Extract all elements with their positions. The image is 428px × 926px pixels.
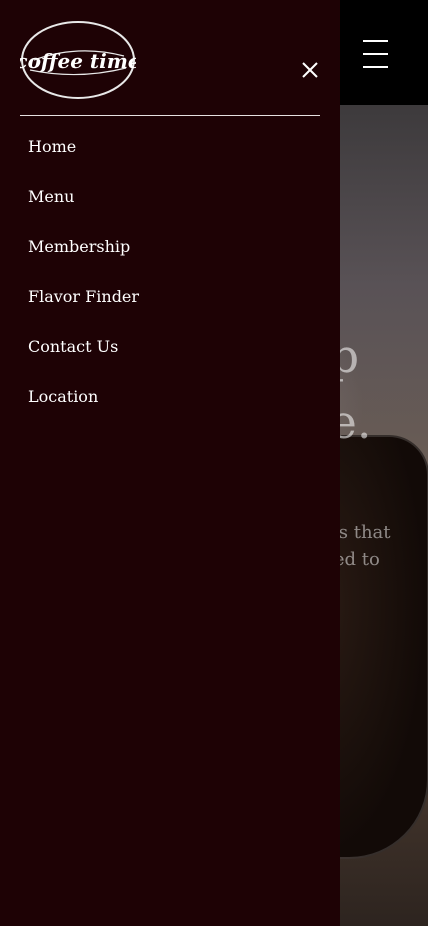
close-icon[interactable] — [296, 56, 324, 84]
svg-text:coffee time: coffee time — [20, 49, 136, 73]
nav-item-location[interactable]: Location — [28, 384, 328, 434]
nav-menu: Home Menu Membership Flavor Finder Conta… — [28, 134, 328, 434]
navigation-drawer: coffee time Home Menu Membership Flavor … — [0, 0, 340, 926]
nav-item-flavor-finder[interactable]: Flavor Finder — [28, 284, 328, 334]
nav-item-menu[interactable]: Menu — [28, 184, 328, 234]
hamburger-icon[interactable] — [358, 36, 394, 72]
menu-divider — [20, 115, 320, 116]
coffee-time-logo[interactable]: coffee time — [20, 20, 136, 100]
nav-item-contact-us[interactable]: Contact Us — [28, 334, 328, 384]
nav-item-home[interactable]: Home — [28, 134, 328, 184]
nav-item-membership[interactable]: Membership — [28, 234, 328, 284]
